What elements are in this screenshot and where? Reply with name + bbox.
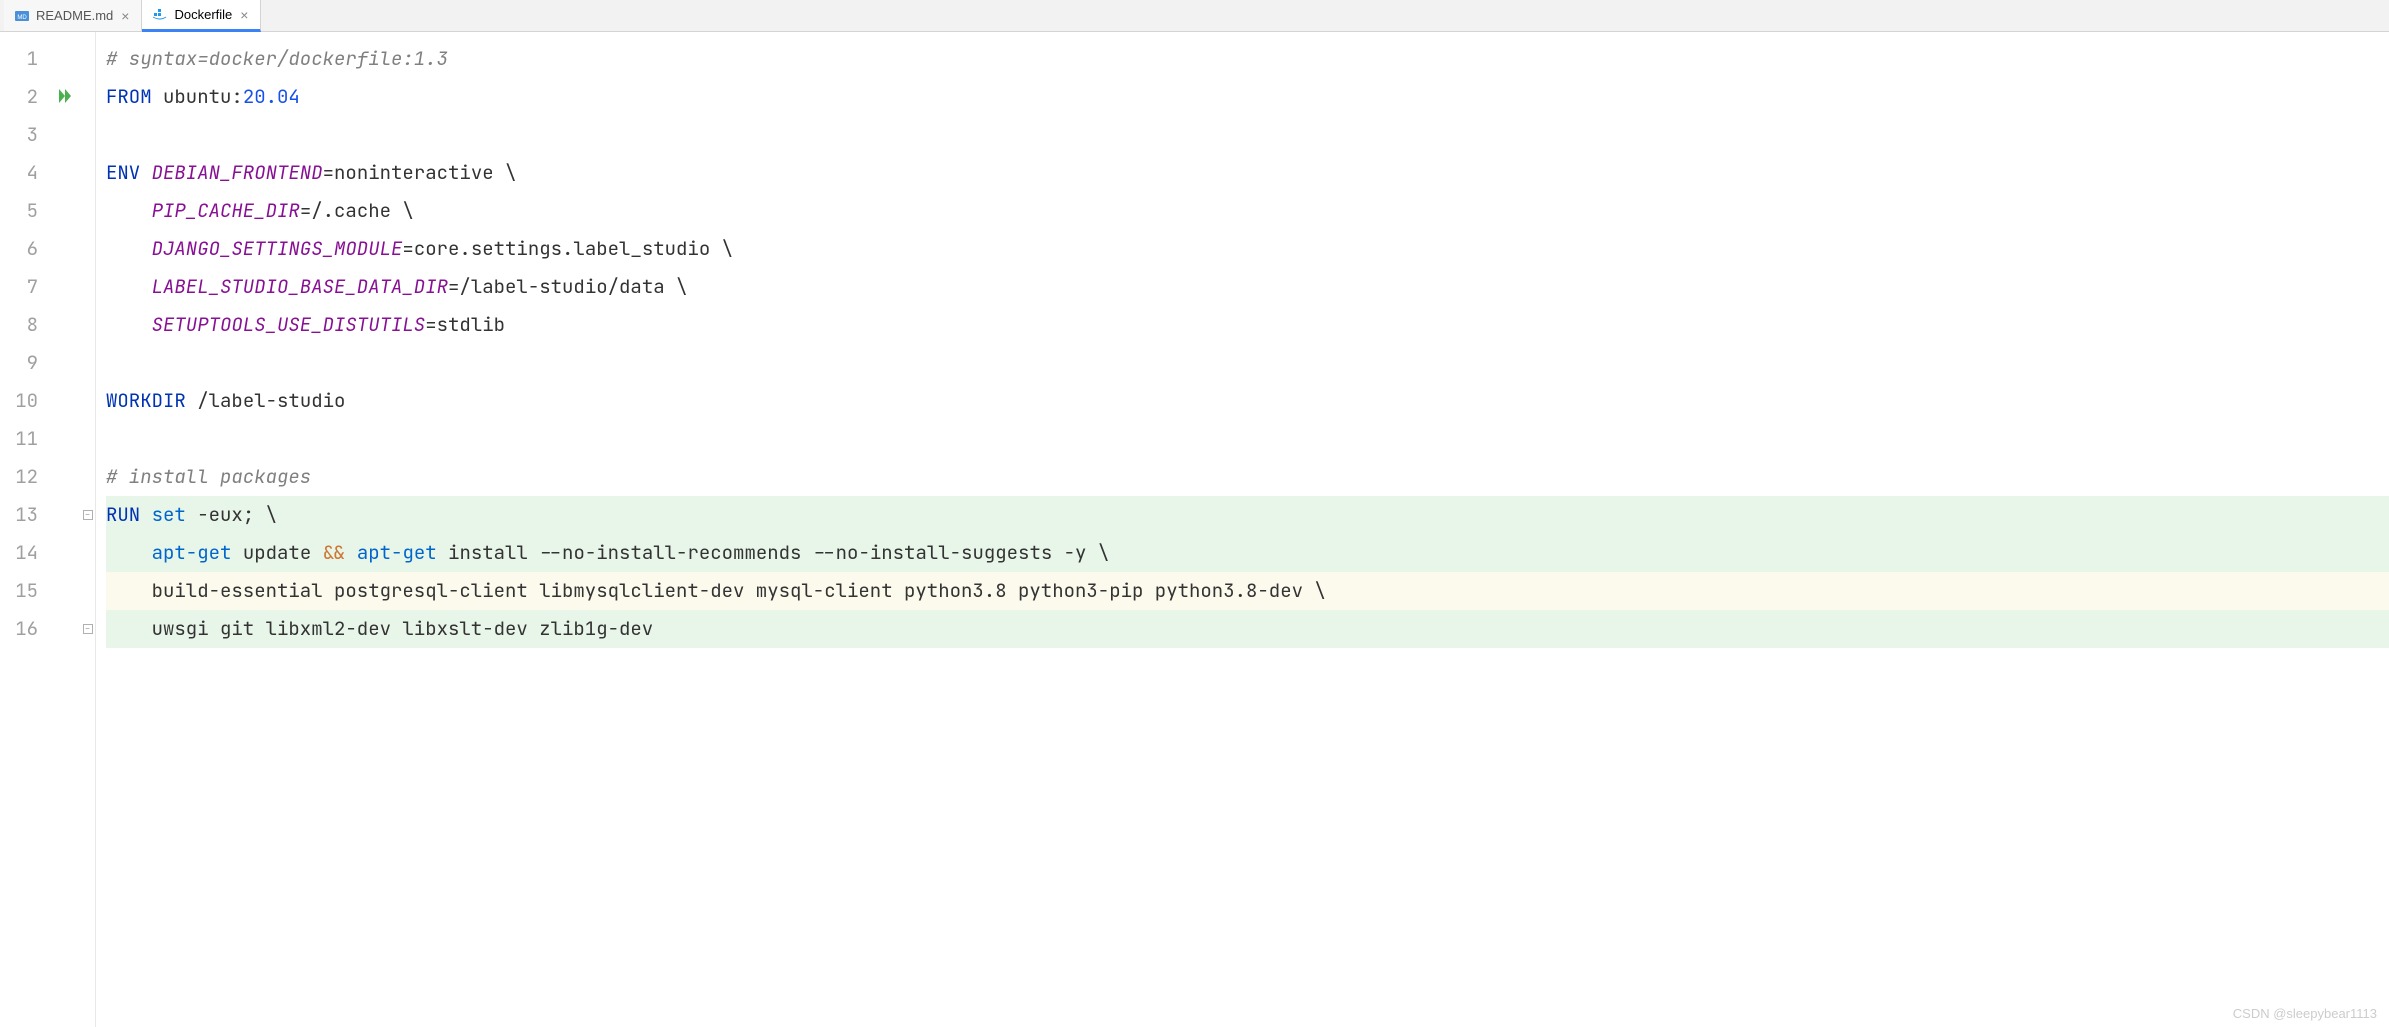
code-line[interactable]: # install packages — [106, 458, 2389, 496]
code-line[interactable]: LABEL_STUDIO_BASE_DATA_DIR=/label-studio… — [106, 268, 2389, 306]
line-number: 15 — [0, 572, 50, 610]
code-line[interactable]: apt-get update && apt-get install --no-i… — [106, 534, 2389, 572]
tab-bar: MD README.md × Dockerfile × — [0, 0, 2389, 32]
code-line[interactable]: # syntax=docker/dockerfile:1.3 — [106, 40, 2389, 78]
run-gutter-cell — [50, 154, 80, 192]
run-gutter-cell — [50, 344, 80, 382]
run-gutter-cell — [50, 534, 80, 572]
line-number: 10 — [0, 382, 50, 420]
run-gutter-cell — [50, 420, 80, 458]
line-number-gutter: 12345678910111213141516 — [0, 32, 50, 1027]
code-line[interactable]: PIP_CACHE_DIR=/.cache \ — [106, 192, 2389, 230]
code-line[interactable]: SETUPTOOLS_USE_DISTUTILS=stdlib — [106, 306, 2389, 344]
fold-gutter-cell — [80, 268, 95, 306]
code-area[interactable]: # syntax=docker/dockerfile:1.3FROM ubunt… — [96, 32, 2389, 1027]
run-gutter-cell — [50, 572, 80, 610]
run-gutter-cell — [50, 116, 80, 154]
line-number: 1 — [0, 40, 50, 78]
line-number: 16 — [0, 610, 50, 648]
tab-readme[interactable]: MD README.md × — [4, 0, 142, 31]
code-line[interactable]: DJANGO_SETTINGS_MODULE=core.settings.lab… — [106, 230, 2389, 268]
code-line[interactable]: FROM ubuntu:20.04 — [106, 78, 2389, 116]
close-icon[interactable]: × — [119, 8, 131, 24]
fold-gutter-cell — [80, 306, 95, 344]
editor-container: MD README.md × Dockerfile × 123456789101… — [0, 0, 2389, 1027]
tab-dockerfile[interactable]: Dockerfile × — [142, 0, 261, 32]
run-gutter-cell — [50, 192, 80, 230]
line-number: 3 — [0, 116, 50, 154]
fold-gutter-cell — [80, 572, 95, 610]
code-line[interactable]: ENV DEBIAN_FRONTEND=noninteractive \ — [106, 154, 2389, 192]
fold-gutter-cell — [80, 344, 95, 382]
fold-gutter-cell — [80, 420, 95, 458]
code-line[interactable]: uwsgi git libxml2-dev libxslt-dev zlib1g… — [106, 610, 2389, 648]
fold-gutter-cell — [80, 78, 95, 116]
run-gutter-cell — [50, 230, 80, 268]
line-number: 9 — [0, 344, 50, 382]
line-number: 6 — [0, 230, 50, 268]
run-gutter-cell — [50, 496, 80, 534]
code-line[interactable] — [106, 116, 2389, 154]
line-number: 4 — [0, 154, 50, 192]
code-line[interactable]: build-essential postgresql-client libmys… — [106, 572, 2389, 610]
run-gutter-cell — [50, 78, 80, 116]
line-number: 14 — [0, 534, 50, 572]
line-number: 8 — [0, 306, 50, 344]
line-number: 2 — [0, 78, 50, 116]
fold-gutter-cell — [80, 40, 95, 78]
run-gutter-cell — [50, 458, 80, 496]
editor-body: 12345678910111213141516 −− # syntax=dock… — [0, 32, 2389, 1027]
run-gutter-cell — [50, 306, 80, 344]
fold-gutter-cell — [80, 458, 95, 496]
run-icon[interactable] — [56, 87, 74, 108]
run-gutter-cell — [50, 268, 80, 306]
fold-icon[interactable]: − — [83, 624, 93, 634]
run-gutter-cell — [50, 40, 80, 78]
code-line[interactable] — [106, 344, 2389, 382]
run-gutter — [50, 32, 80, 1027]
svg-text:MD: MD — [17, 15, 27, 21]
code-line[interactable]: RUN set -eux; \ — [106, 496, 2389, 534]
fold-gutter-cell — [80, 382, 95, 420]
code-line[interactable]: WORKDIR /label-studio — [106, 382, 2389, 420]
tab-label: Dockerfile — [174, 7, 232, 22]
fold-gutter-cell: − — [80, 610, 95, 648]
fold-gutter: −− — [80, 32, 96, 1027]
fold-gutter-cell — [80, 116, 95, 154]
line-number: 11 — [0, 420, 50, 458]
fold-gutter-cell — [80, 192, 95, 230]
docker-icon — [152, 7, 168, 23]
fold-gutter-cell — [80, 154, 95, 192]
close-icon[interactable]: × — [238, 7, 250, 23]
line-number: 13 — [0, 496, 50, 534]
run-gutter-cell — [50, 382, 80, 420]
run-gutter-cell — [50, 610, 80, 648]
fold-gutter-cell: − — [80, 496, 95, 534]
watermark: CSDN @sleepybear1113 — [2233, 1006, 2377, 1021]
line-number: 7 — [0, 268, 50, 306]
line-number: 12 — [0, 458, 50, 496]
fold-gutter-cell — [80, 230, 95, 268]
tab-label: README.md — [36, 8, 113, 23]
line-number: 5 — [0, 192, 50, 230]
md-icon: MD — [14, 8, 30, 24]
fold-icon[interactable]: − — [83, 510, 93, 520]
fold-gutter-cell — [80, 534, 95, 572]
code-line[interactable] — [106, 420, 2389, 458]
